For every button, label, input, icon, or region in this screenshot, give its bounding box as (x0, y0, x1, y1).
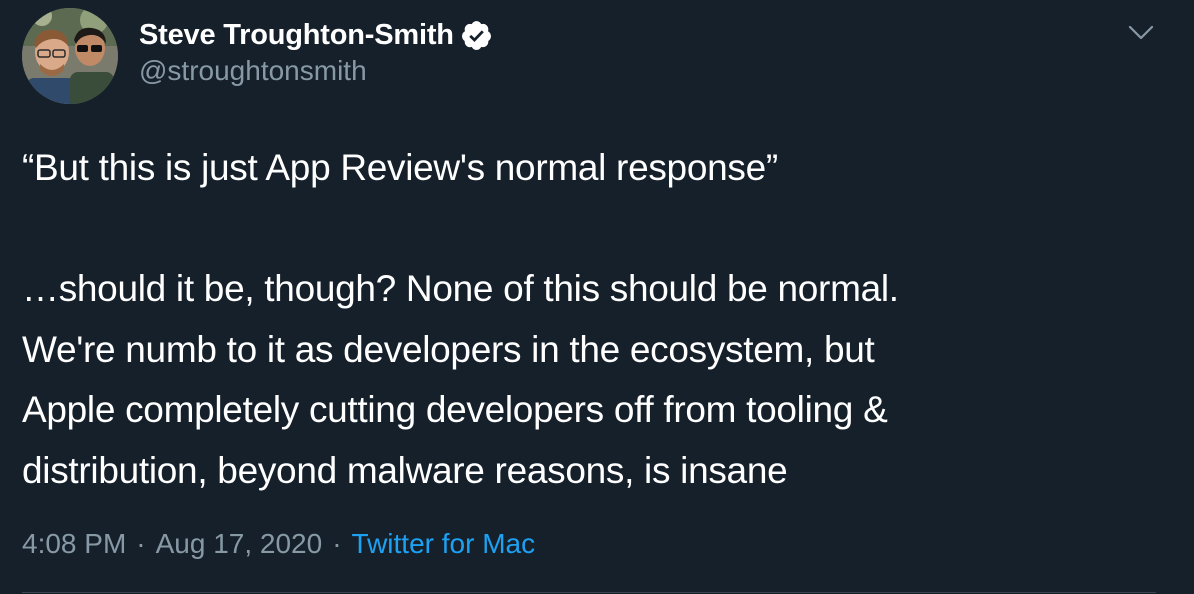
tweet-text-line: distribution, beyond malware reasons, is… (22, 449, 788, 491)
author-name-row[interactable]: Steve Troughton-Smith (139, 17, 493, 53)
author-handle[interactable]: @stroughtonsmith (139, 55, 367, 87)
tweet-text-line: Apple completely cutting developers off … (22, 389, 888, 430)
tweet-text-line: “But this is just App Review's normal re… (22, 147, 778, 188)
tweet: Steve Troughton-Smith @stroughtonsmith “… (0, 0, 1194, 594)
meta-separator: · (332, 528, 342, 559)
chevron-down-icon[interactable] (1126, 20, 1156, 44)
author-display-name[interactable]: Steve Troughton-Smith (139, 19, 454, 52)
tweet-time[interactable]: 4:08 PM (22, 528, 126, 560)
tweet-meta: 4:08 PM · Aug 17, 2020 · Twitter for Mac (22, 525, 535, 563)
tweet-source-link[interactable]: Twitter for Mac (352, 528, 536, 560)
verified-badge-icon (460, 19, 493, 52)
avatar[interactable] (22, 8, 118, 104)
meta-separator: · (136, 528, 146, 559)
tweet-text-line: …should it be, though? None of this shou… (22, 268, 899, 309)
avatar-photo (22, 8, 118, 104)
tweet-text: “But this is just App Review's normal re… (22, 138, 1162, 501)
divider (22, 592, 1156, 593)
tweet-text-line: We're numb to it as developers in the ec… (22, 328, 875, 370)
tweet-date[interactable]: Aug 17, 2020 (156, 528, 323, 560)
tweet-text-spacer (22, 199, 1162, 260)
